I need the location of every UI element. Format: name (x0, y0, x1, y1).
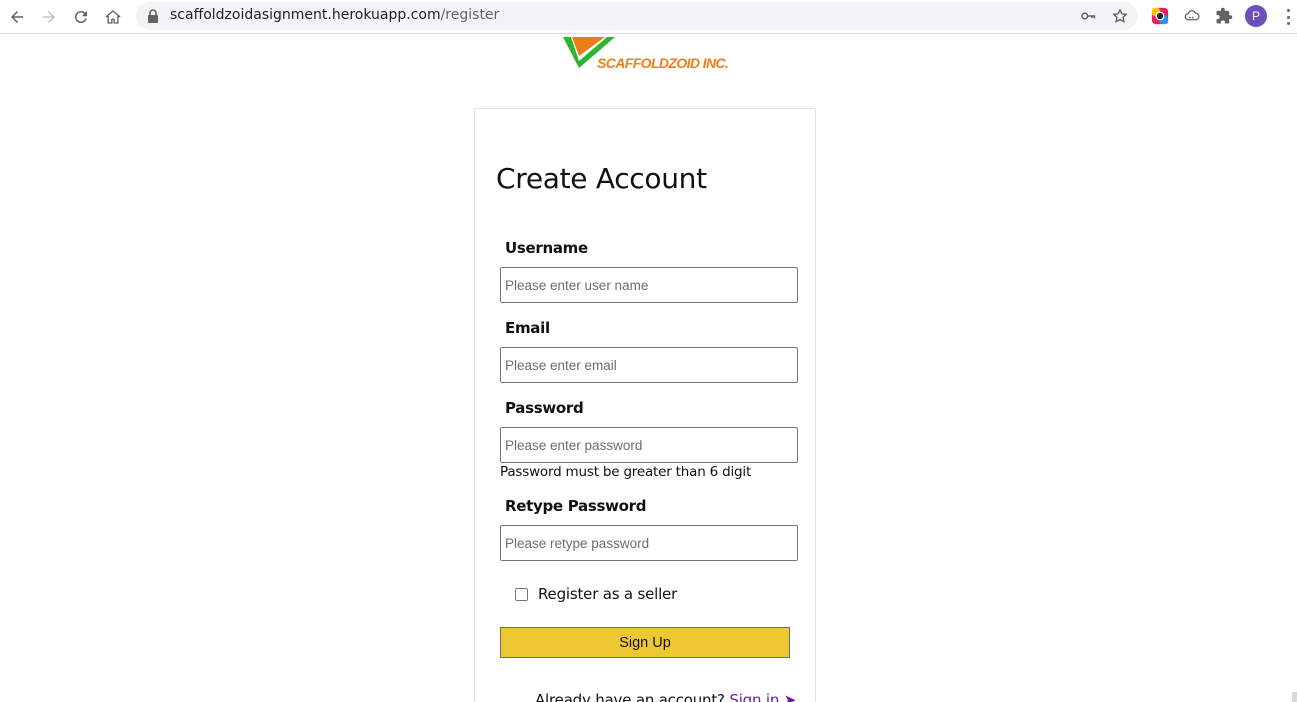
company-logo[interactable]: SCAFFOLDZOID INC. (560, 34, 740, 74)
extensions-button[interactable] (1212, 4, 1236, 28)
retype-password-input[interactable] (500, 525, 798, 561)
menu-dot-icon (1286, 15, 1290, 19)
color-extension-button[interactable] (1148, 4, 1172, 28)
email-label: Email (505, 319, 550, 337)
home-icon (105, 10, 121, 24)
sign-in-prompt: Already have an account? Sign in ➤ (535, 691, 796, 702)
url-path: /register (440, 7, 500, 23)
url-text: scaffoldzoidasignment.herokuapp.com/regi… (170, 7, 499, 23)
star-icon (1112, 8, 1128, 23)
sign-up-button[interactable]: Sign Up (500, 627, 790, 658)
browser-toolbar: scaffoldzoidasignment.herokuapp.com/regi… (0, 0, 1297, 34)
menu-dot-icon (1286, 9, 1290, 12)
email-input[interactable] (500, 347, 798, 383)
password-label: Password (505, 399, 584, 417)
url-host: scaffoldzoidasignment.herokuapp.com (170, 7, 441, 23)
password-hint: Password must be greater than 6 digit (500, 464, 752, 480)
forward-button[interactable] (36, 4, 62, 30)
password-input[interactable] (500, 427, 798, 463)
username-label: Username (505, 239, 588, 257)
page-scrollbar[interactable] (1292, 692, 1297, 702)
sign-in-arrow-icon[interactable]: ➤ (784, 691, 797, 702)
puzzle-icon (1216, 7, 1233, 24)
menu-dot-icon (1286, 22, 1290, 25)
cloud-extension-button[interactable] (1180, 4, 1204, 28)
seller-checkbox-label: Register as a seller (538, 585, 678, 603)
reload-button[interactable] (68, 4, 94, 30)
profile-avatar[interactable]: P (1245, 5, 1267, 27)
page-title: Create Account (496, 162, 707, 195)
seller-checkbox[interactable] (515, 587, 528, 601)
sign-in-link[interactable]: Sign in (729, 691, 779, 702)
username-input[interactable] (500, 267, 798, 303)
back-button[interactable] (4, 4, 30, 30)
color-picker-icon (1151, 7, 1169, 25)
reload-icon (74, 11, 87, 24)
bookmark-star-button[interactable] (1110, 6, 1130, 26)
browser-menu-button[interactable] (1280, 6, 1296, 28)
sign-in-prompt-text: Already have an account? (535, 691, 725, 702)
password-key-button[interactable] (1078, 6, 1098, 26)
forward-arrow-icon (43, 11, 55, 23)
address-bar[interactable]: scaffoldzoidasignment.herokuapp.com/regi… (136, 2, 1138, 30)
lock-icon (148, 9, 158, 23)
retype-password-label: Retype Password (505, 497, 647, 515)
cloud-icon (1184, 10, 1200, 21)
home-button[interactable] (100, 4, 126, 30)
back-arrow-icon (11, 11, 23, 23)
register-form-card: Create Account Username Email Password P… (474, 108, 816, 702)
logo-text: SCAFFOLDZOID INC. (597, 55, 729, 71)
key-icon (1081, 12, 1096, 20)
seller-option[interactable]: Register as a seller (515, 585, 677, 603)
